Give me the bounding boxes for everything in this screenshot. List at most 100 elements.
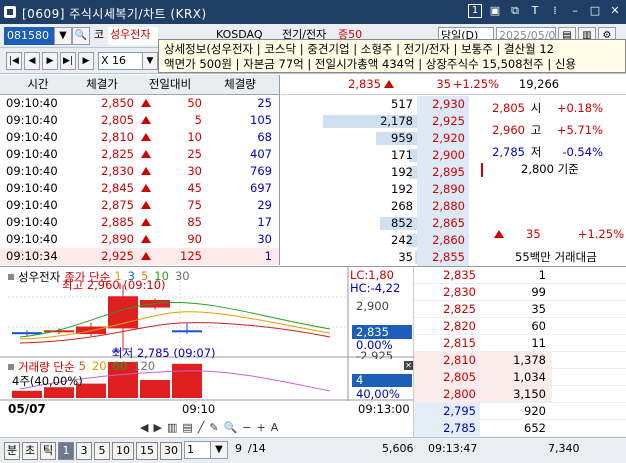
interval-button[interactable]: 1 <box>58 442 74 460</box>
row-time: 09:10:40 <box>6 147 58 161</box>
bar-chart-icon[interactable]: ▥ <box>167 421 177 434</box>
interval-button[interactable]: 초 <box>22 442 38 460</box>
ask-row[interactable]: 192 2,890 <box>281 181 626 198</box>
interval-button[interactable]: 5 <box>94 442 110 460</box>
ask-volume: 192 <box>391 182 413 196</box>
table-row[interactable]: 09:10:40 2,890 90 30 <box>0 231 279 248</box>
table-row[interactable]: 09:10:40 2,845 45 697 <box>0 180 279 197</box>
page-input[interactable]: 9 <box>232 441 244 459</box>
table-row[interactable]: 09:10:40 2,805 5 105 <box>0 112 279 129</box>
count-input[interactable]: 1 <box>184 441 212 459</box>
scroll-right-icon[interactable]: ▶ <box>153 421 161 434</box>
row-volume: 697 <box>250 181 272 195</box>
orderbook-header: 2,835 35 +1.25% 19,266 <box>281 75 626 95</box>
trades-table: 시간 체결가 전일대비 체결량 09:10:40 2,850 50 25 09:10:4… <box>0 75 280 265</box>
table-row[interactable]: 09:10:40 2,830 30 769 <box>0 163 279 180</box>
interval-button[interactable]: 30 <box>160 442 182 460</box>
popout-icon[interactable]: ⧉ <box>508 4 522 18</box>
price-level-row[interactable]: 2,815 11 <box>414 335 626 352</box>
interval-button[interactable]: 10 <box>112 442 134 460</box>
interval-button[interactable]: 틱 <box>40 442 56 460</box>
link-icon[interactable]: ▣ <box>488 4 502 18</box>
ask-price: 2,930 <box>417 96 469 113</box>
last-button[interactable]: ▶| <box>60 52 76 70</box>
close-volume-icon[interactable]: ✕ <box>404 361 413 370</box>
first-button[interactable]: |◀ <box>6 52 22 70</box>
table-row[interactable]: 09:10:34 2,925 125 1 <box>0 248 279 265</box>
price-level-row[interactable]: 2,825 35 <box>414 301 626 318</box>
ask-price: 2,890 <box>417 181 469 198</box>
interval-button[interactable]: 분 <box>4 442 20 460</box>
ask-row[interactable]: 268 2,880 <box>281 198 626 215</box>
candle-icon[interactable]: ▤ <box>182 421 192 434</box>
text-icon[interactable]: A <box>271 421 279 434</box>
level-price: 2,800 <box>414 386 480 402</box>
level-volume: 3,150 <box>480 386 552 402</box>
up-triangle-icon <box>141 201 151 209</box>
speed-dropdown-button[interactable]: ▼ <box>142 52 158 70</box>
font-icon[interactable]: T <box>528 4 542 18</box>
interval-button[interactable]: 3 <box>76 442 92 460</box>
line-icon[interactable]: ╱ <box>198 421 205 434</box>
up-triangle-icon <box>141 252 151 260</box>
ask-volume: 2,178 <box>380 114 413 128</box>
level-price: 2,810 <box>414 352 480 368</box>
price-level-row[interactable]: 2,820 60 <box>414 318 626 335</box>
ask-volume: 268 <box>391 199 413 213</box>
ask-price: 2,880 <box>417 198 469 215</box>
pin-icon[interactable]: ⁞ <box>548 4 562 18</box>
price-level-row[interactable]: 2,830 99 <box>414 284 626 301</box>
table-row[interactable]: 09:10:40 2,810 10 68 <box>0 129 279 146</box>
volume-period[interactable]: 20 <box>92 359 107 375</box>
stat-row: 2,805 시 +0.18% <box>471 97 626 119</box>
market-flag: 코 <box>92 27 108 45</box>
candle-body <box>12 332 42 335</box>
play-button[interactable]: ▶ <box>78 52 94 70</box>
price-level-row[interactable]: 2,835 1 <box>414 267 626 284</box>
close-icon[interactable]: ✕ <box>608 4 622 18</box>
zoom-icon[interactable]: 🔍 <box>224 421 238 434</box>
table-row[interactable]: 09:10:40 2,875 75 29 <box>0 197 279 214</box>
minimize-icon[interactable]: – <box>568 4 582 18</box>
scroll-left-icon[interactable]: ◀ <box>140 421 148 434</box>
price-level-row[interactable]: 2,800 3,150 <box>414 386 626 403</box>
minus-icon[interactable]: − <box>242 421 251 434</box>
search-icon[interactable]: 🔍 <box>72 27 90 45</box>
volume-period[interactable]: 120 <box>133 359 155 375</box>
maximize-icon[interactable]: □ <box>588 4 602 18</box>
num-badge-icon[interactable]: 1 <box>468 4 482 18</box>
next-button[interactable]: ▶ <box>42 52 58 70</box>
level-volume: 99 <box>480 284 552 300</box>
ask-price: 2,855 <box>417 249 469 266</box>
price-level-row[interactable]: 2,805 1,034 <box>414 369 626 386</box>
up-triangle-icon <box>494 230 504 238</box>
price-level-row[interactable]: 2,795 920 <box>414 403 626 420</box>
table-row[interactable]: 09:10:40 2,885 85 17 <box>0 214 279 231</box>
interval-button[interactable]: 15 <box>136 442 158 460</box>
table-row[interactable]: 09:10:40 2,850 50 25 <box>0 95 279 112</box>
volume-pct: 40,00% <box>356 387 400 401</box>
ask-price: 2,920 <box>417 130 469 147</box>
count-dropdown-button[interactable]: ▼ <box>210 441 228 459</box>
price-level-row[interactable]: 2,785 652 <box>414 420 626 437</box>
ask-price: 2,860 <box>417 232 469 249</box>
stat-row: 2,785 저 -0.54% <box>471 141 626 163</box>
ask-volume: 959 <box>391 131 413 145</box>
up-triangle-icon <box>141 133 151 141</box>
volume-period[interactable]: 60 <box>113 359 128 375</box>
speed-select[interactable]: X 16 <box>98 52 144 70</box>
table-row[interactable]: 09:10:40 2,825 25 407 <box>0 146 279 163</box>
plus-icon[interactable]: + <box>257 421 266 434</box>
price-axis-top: 2,900 <box>356 299 389 313</box>
change-value: 5 <box>194 113 202 127</box>
prev-button[interactable]: ◀ <box>24 52 40 70</box>
row-change: 30 <box>138 163 208 180</box>
code-dropdown-button[interactable]: ▼ <box>54 27 72 45</box>
volume-bar <box>172 363 202 398</box>
up-triangle-icon <box>141 235 151 243</box>
row-volume: 30 <box>257 232 272 246</box>
ma-period[interactable]: 30 <box>175 269 190 285</box>
draw-icon[interactable]: ✎ <box>209 421 218 434</box>
stock-code-input[interactable]: 081580 <box>4 27 54 45</box>
price-level-row[interactable]: 2,810 1,378 <box>414 352 626 369</box>
